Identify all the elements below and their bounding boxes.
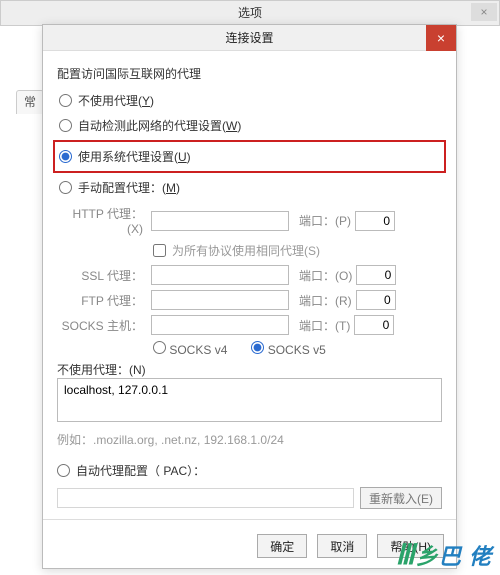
dialog-footer: 确定 取消 帮助(H) [43, 526, 456, 568]
radio-auto-detect[interactable]: 自动检测此网络的代理设置(W) [57, 113, 442, 138]
http-proxy-row: HTTP 代理：(X) 端口：(P) [57, 205, 442, 236]
ftp-port-input[interactable] [356, 290, 396, 310]
radio-manual-proxy-input[interactable] [59, 181, 72, 194]
ftp-label: FTP 代理： [57, 292, 147, 309]
ssl-host-input[interactable] [151, 265, 289, 285]
options-titlebar: 选项 × [1, 1, 499, 25]
watermark: Ⅲ乡巴 佬 [396, 538, 492, 571]
separator [43, 519, 456, 520]
radio-system-proxy-input[interactable] [59, 150, 72, 163]
ssl-proxy-row: SSL 代理： 端口：(O) [57, 265, 442, 285]
ftp-proxy-row: FTP 代理： 端口：(R) [57, 290, 442, 310]
pac-row: 重新载入(E) [57, 487, 442, 509]
tab-stub[interactable]: 常 [16, 90, 44, 114]
http-label: HTTP 代理：(X) [57, 205, 147, 236]
http-port-label: 端口：(P) [299, 212, 351, 229]
ssl-label: SSL 代理： [57, 267, 147, 284]
ssl-port-input[interactable] [356, 265, 396, 285]
socks-port-input[interactable] [354, 315, 394, 335]
no-proxy-section: 不使用代理：(N) 例如：.mozilla.org, .net.nz, 192.… [57, 361, 442, 448]
dialog-content: 配置访问国际互联网的代理 不使用代理(Y) 自动检测此网络的代理设置(W) 使用… [43, 51, 456, 526]
socks-v4-radio[interactable]: SOCKS v4 [153, 341, 227, 357]
options-title: 选项 [238, 6, 262, 20]
radio-pac-input[interactable] [57, 464, 70, 477]
socks-proxy-row: SOCKS 主机： 端口：(T) [57, 315, 442, 335]
socks-host-input[interactable] [151, 315, 289, 335]
close-button[interactable]: × [426, 25, 456, 51]
socks-label: SOCKS 主机： [57, 317, 147, 334]
highlight-box: 使用系统代理设置(U) [53, 140, 446, 173]
section-heading: 配置访问国际互联网的代理 [57, 65, 442, 82]
ok-button[interactable]: 确定 [257, 534, 307, 558]
no-proxy-textarea[interactable] [57, 378, 442, 422]
same-proxy-checkbox[interactable] [153, 244, 166, 257]
radio-system-proxy[interactable]: 使用系统代理设置(U) [59, 148, 440, 165]
http-host-input[interactable] [151, 211, 289, 231]
radio-no-proxy[interactable]: 不使用代理(Y) [57, 88, 442, 113]
options-window: 选项 × [0, 0, 500, 26]
socks-v5-radio[interactable]: SOCKS v5 [251, 341, 325, 357]
options-close-button[interactable]: × [471, 3, 497, 21]
same-proxy-checkbox-row[interactable]: 为所有协议使用相同代理(S) [153, 242, 442, 259]
no-proxy-label: 不使用代理：(N) [57, 361, 442, 378]
http-port-input[interactable] [355, 211, 395, 231]
radio-no-proxy-input[interactable] [59, 94, 72, 107]
reload-button[interactable]: 重新载入(E) [360, 487, 442, 509]
dialog-title: 连接设置 [225, 31, 273, 45]
radio-auto-detect-input[interactable] [59, 119, 72, 132]
socks-port-label: 端口：(T) [299, 317, 350, 334]
socks-version-row: SOCKS v4 SOCKS v5 [153, 341, 442, 357]
cancel-button[interactable]: 取消 [317, 534, 367, 558]
pac-url-input[interactable] [57, 488, 354, 508]
ssl-port-label: 端口：(O) [299, 267, 352, 284]
radio-manual-proxy[interactable]: 手动配置代理：(M) [57, 175, 442, 200]
ftp-host-input[interactable] [151, 290, 289, 310]
radio-pac[interactable]: 自动代理配置（ PAC）： [57, 458, 442, 483]
ftp-port-label: 端口：(R) [299, 292, 352, 309]
no-proxy-example: 例如：.mozilla.org, .net.nz, 192.168.1.0/24 [57, 431, 442, 448]
connection-settings-dialog: 连接设置 × 配置访问国际互联网的代理 不使用代理(Y) 自动检测此网络的代理设… [42, 24, 457, 569]
dialog-titlebar: 连接设置 × [43, 25, 456, 51]
